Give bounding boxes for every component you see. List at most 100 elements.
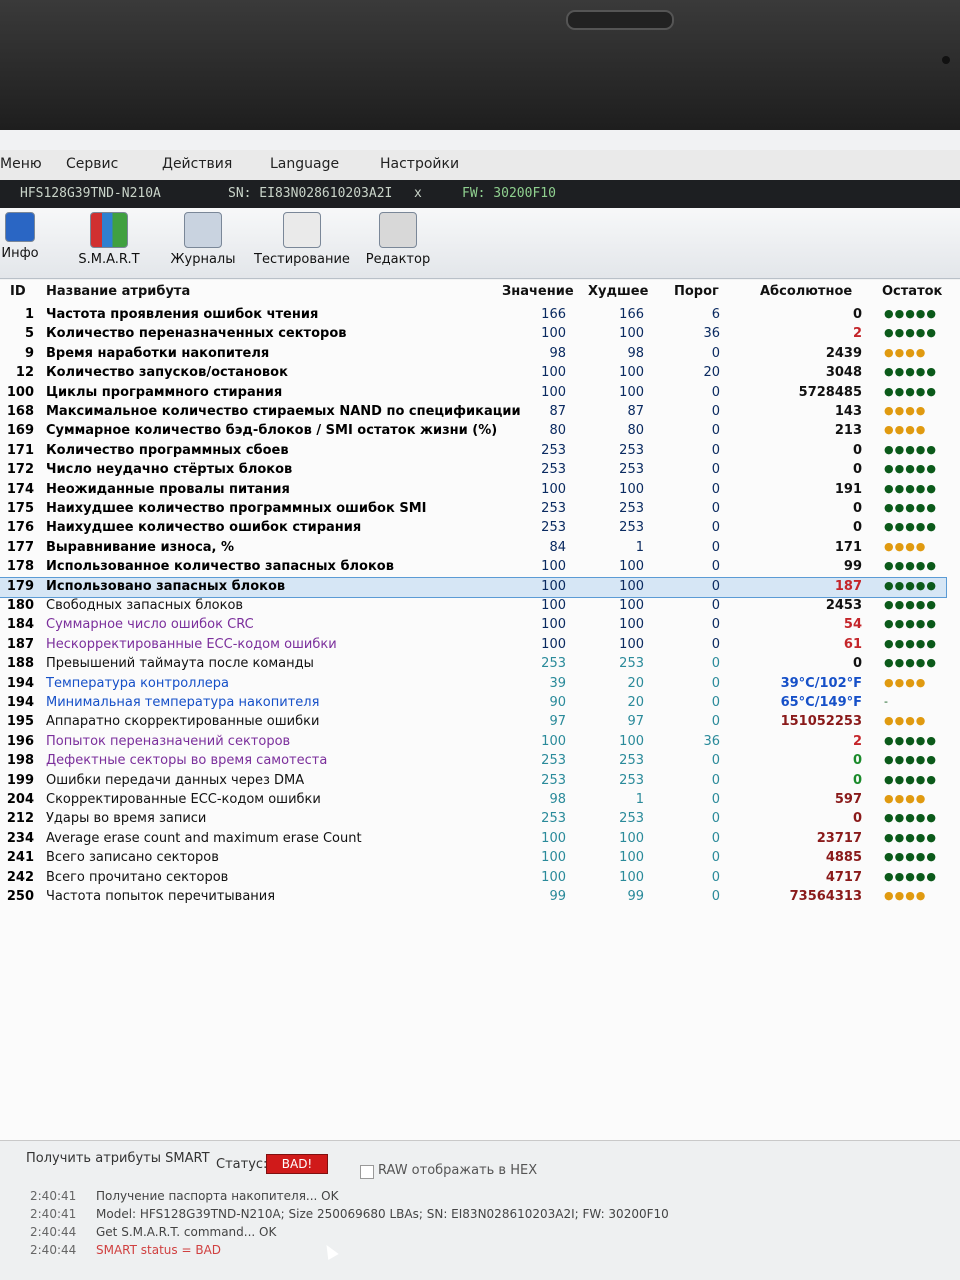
table-row[interactable]: 196 Попыток переназначений секторов 100 100… [0,733,946,752]
col-header-worst[interactable]: Худшее [588,284,648,299]
table-row[interactable]: 195 Аппаратно скорректированные ошибки 97 9… [0,713,946,732]
journals-label: Журналы [170,252,236,267]
testing-button[interactable]: Тестирование [254,212,350,267]
table-row[interactable]: 171 Количество программных сбоев 253 253 0 0 ●… [0,442,946,461]
attr-value-cell: 90 [549,695,566,710]
log-message: Get S.M.A.R.T. command... OK [96,1225,277,1239]
attr-id-cell: 195 [6,714,34,730]
remaining-dots-indicator: ●●●● [884,714,927,728]
attr-value-cell: 253 [541,462,566,478]
col-header-name[interactable]: Название атрибута [46,284,190,299]
attr-threshold-cell: 0 [711,617,720,633]
attr-name-cell: Время наработки накопителя [46,345,270,361]
close-device-tab-icon[interactable]: x [414,186,422,201]
table-row[interactable]: 174 Неожиданные провалы питания 100 100 0 191… [0,481,946,500]
attr-threshold-cell: 0 [711,792,720,807]
log-message: Model: HFS128G39TND-N210A; Size 25006968… [96,1207,669,1221]
toolbar: Инфо S.M.A.R.T Журналы Тестирование Реда… [0,208,960,279]
attr-id-cell: 188 [6,656,34,672]
menu-settings[interactable]: Настройки [380,156,459,172]
table-row[interactable]: 188 Превышений таймаута после команды 253 2… [0,655,946,674]
log-time: 2:40:44 [30,1225,77,1239]
attr-name-cell: Частота проявления ошибок чтения [46,307,319,322]
device-tab-bar[interactable]: HFS128G39TND-N210A SN: EI83N028610203A2I… [0,180,960,208]
remaining-dots-indicator: ●●●●● [884,384,937,398]
attr-worst-cell: 100 [619,578,644,594]
table-row[interactable]: 5 Количество переназначенных секторов 100 1… [0,325,946,344]
attr-name-cell: Максимальное количество стираемых NAND п… [46,404,521,419]
col-header-value[interactable]: Значение [502,284,574,299]
attr-absolute-cell: 191 [834,481,862,497]
table-row[interactable]: 177 Выравнивание износа, % 84 1 0 171 ●●●● [0,539,946,558]
table-row[interactable]: 169 Суммарное количество бэд-блоков / SMI… [0,422,946,441]
attr-threshold-cell: 0 [711,501,720,516]
attr-id-cell: 174 [6,481,34,497]
table-row[interactable]: 180 Свободных запасных блоков 100 100 0 2453 ●… [0,597,946,616]
attr-id-cell: 242 [6,869,34,885]
col-header-threshold[interactable]: Порог [674,284,719,299]
journals-button[interactable]: Журналы [170,212,236,267]
attr-absolute-cell: 151052253 [780,714,862,730]
attr-id-cell: 212 [6,811,34,827]
log-time: 2:40:41 [30,1207,77,1221]
attr-name-cell: Свободных запасных блоков [46,598,244,613]
attr-id-cell: 234 [6,830,34,846]
editor-button[interactable]: Редактор [364,212,432,267]
table-row[interactable]: 179 Использовано запасных блоков 100 100 0 18… [0,576,947,598]
col-header-id[interactable]: ID [10,284,26,299]
col-header-absolute[interactable]: Абсолютное [760,284,852,299]
attr-threshold-cell: 0 [711,656,720,672]
table-row[interactable]: 178 Использованное количество запасных бл… [0,558,946,577]
attr-name-cell: Температура контроллера [46,675,229,691]
table-row[interactable]: 176 Наихудшее количество ошибок стирания 2… [0,519,946,538]
attr-threshold-cell: 0 [711,345,720,361]
table-row[interactable]: 9 Время наработки накопителя 98 98 0 2439 ●●●● [0,345,946,364]
raw-hex-checkbox[interactable] [360,1165,374,1179]
table-row[interactable]: 184 Суммарное число ошибок CRC 100 100 0 54 ●●… [0,616,946,635]
attr-worst-cell: 100 [619,617,644,633]
attr-name-cell: Выравнивание износа, % [46,539,235,555]
table-row[interactable]: 175 Наихудшее количество программных ошиб… [0,500,946,519]
info-icon [5,212,35,242]
menu-main[interactable]: Меню [0,156,42,172]
col-header-remaining[interactable]: Остаток [882,284,942,299]
table-row[interactable]: 199 Ошибки передачи данных через DMA 253 25… [0,772,946,791]
attr-worst-cell: 98 [627,345,644,361]
table-row[interactable]: 234 Average erase count and maximum erase… [0,830,946,849]
table-row[interactable]: 212 Удары во время записи 253 253 0 0 ●●●●● [0,810,946,829]
table-row[interactable]: 12 Количество запусков/остановок 100 100 20 3… [0,364,946,383]
attr-id-cell: 172 [6,462,34,478]
menu-actions[interactable]: Действия [162,156,232,172]
attr-worst-cell: 100 [619,830,644,846]
table-row[interactable]: 241 Всего записано секторов 100 100 0 4885 ●●●… [0,849,946,868]
menu-language[interactable]: Language [270,156,339,172]
table-row[interactable]: 172 Число неудачно стёртых блоков 253 253 0 0… [0,461,946,480]
table-row[interactable]: 204 Скорректированные ECC-кодом ошибки 98 1… [0,791,946,810]
attr-id-cell: 199 [6,772,34,788]
table-row[interactable]: 242 Всего прочитано секторов 100 100 0 4717 ●●… [0,869,946,888]
device-firmware: FW: 30200F10 [462,186,556,201]
menu-service[interactable]: Сервис [66,156,118,172]
table-row[interactable]: 250 Частота попыток перечитывания 99 99 0 735… [0,888,946,907]
attr-threshold-cell: 0 [711,598,720,613]
get-smart-button[interactable]: Получить атрибуты SMART [26,1151,210,1166]
smart-button[interactable]: S.M.A.R.T [74,212,144,267]
table-row[interactable]: 100 Циклы программного стирания 100 100 0 572… [0,384,946,403]
attr-name-cell: Количество запусков/остановок [46,365,288,381]
table-row[interactable]: 1 Частота проявления ошибок чтения 166 166 6… [0,306,946,325]
attr-id-cell: 180 [6,598,34,613]
attr-name-cell: Нескорректированные ECC-кодом ошибки [46,636,337,652]
attr-threshold-cell: 0 [711,869,720,885]
attr-threshold-cell: 20 [703,365,720,381]
table-row[interactable]: 187 Нескорректированные ECC-кодом ошибки 1… [0,636,946,655]
table-row[interactable]: 168 Максимальное количество стираемых NAN… [0,403,946,422]
table-row[interactable]: 194 Минимальная температура накопителя 90 2… [0,694,946,713]
binary-editor-icon [379,212,417,248]
attr-threshold-cell: 0 [711,578,720,594]
attr-name-cell: Минимальная температура накопителя [46,695,320,710]
table-row[interactable]: 198 Дефектные секторы во время самотеста 2… [0,752,946,771]
info-button[interactable]: Инфо [0,212,40,261]
table-row[interactable]: 194 Температура контроллера 39 20 0 39°C/102°… [0,675,946,694]
remaining-dots-indicator: ●●●●● [884,578,937,592]
attr-name-cell: Суммарное количество бэд-блоков / SMI ос… [46,423,498,439]
